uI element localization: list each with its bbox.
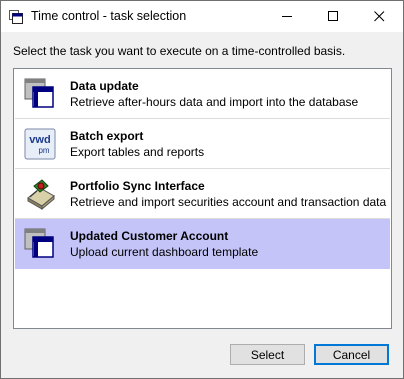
window-icon: [24, 228, 54, 258]
title-bar[interactable]: Time control - task selection: [1, 1, 403, 32]
close-button[interactable]: [357, 1, 403, 32]
task-description: Export tables and reports: [70, 145, 205, 159]
task-item-portfolio-sync[interactable]: Portfolio Sync Interface Retrieve and im…: [15, 169, 390, 219]
task-description: Retrieve and import securities account a…: [70, 195, 387, 209]
window-title: Time control - task selection: [31, 9, 187, 23]
task-title: Data update: [70, 79, 139, 93]
task-item-updated-customer-account[interactable]: Updated Customer Account Upload current …: [15, 219, 390, 269]
instruction-text: Select the task you want to execute on a…: [13, 44, 346, 58]
select-button[interactable]: Select: [230, 344, 305, 365]
vwd-icon-text: vwd: [29, 134, 50, 146]
vwd-pm-icon: vwd pm: [24, 128, 56, 160]
maximize-icon: [328, 11, 338, 21]
sync-interface-icon: [27, 179, 55, 210]
task-title: Batch export: [70, 129, 144, 143]
task-description: Upload current dashboard template: [70, 245, 259, 259]
task-title: Portfolio Sync Interface: [70, 179, 205, 193]
minimize-button[interactable]: [265, 1, 311, 32]
close-icon: [374, 11, 385, 22]
task-item-batch-export[interactable]: vwd pm Batch export Export tables and re…: [15, 119, 390, 169]
app-icon: [9, 10, 23, 24]
pm-icon-text: pm: [38, 146, 49, 155]
dialog-window: Time control - task selection Select the…: [0, 0, 404, 379]
task-item-data-update[interactable]: Data update Retrieve after-hours data an…: [15, 69, 390, 119]
minimize-icon: [282, 16, 292, 17]
window-icon: [24, 78, 54, 108]
task-title: Updated Customer Account: [70, 229, 229, 243]
task-description: Retrieve after-hours data and import int…: [70, 95, 359, 109]
task-list[interactable]: Data update Retrieve after-hours data an…: [13, 68, 392, 329]
cancel-button[interactable]: Cancel: [314, 344, 389, 365]
maximize-button[interactable]: [311, 1, 357, 32]
